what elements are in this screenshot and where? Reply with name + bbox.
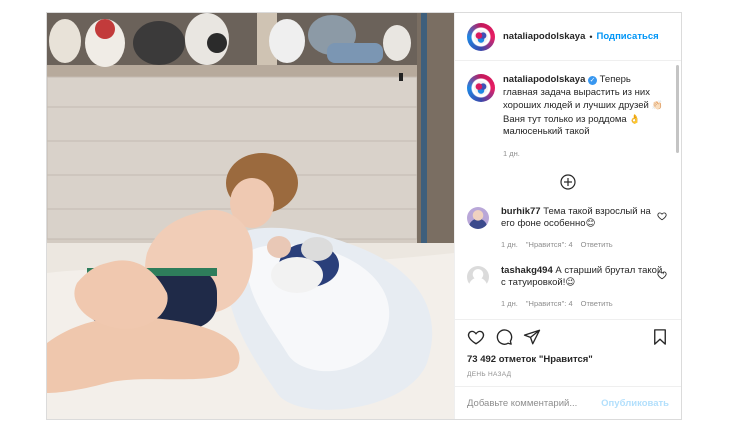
heart-icon[interactable] — [657, 270, 667, 280]
author-avatar[interactable] — [467, 22, 495, 51]
comment-text: tashakg494 А старший брутал такой, с тат… — [501, 265, 666, 290]
action-icons — [467, 320, 669, 354]
comment-likes[interactable]: "Нравится": 4 — [526, 240, 573, 249]
clapping-emoji: 👏🏻 — [651, 100, 663, 110]
commenter-avatar[interactable] — [467, 206, 489, 229]
comment-icon[interactable] — [495, 328, 513, 346]
comment-item: burhik77 Тема такой взрослый на его фоне… — [467, 206, 669, 249]
load-more — [467, 173, 669, 190]
author-username[interactable]: nataliapodolskaya — [503, 31, 585, 42]
comment-meta: 1 дн. "Нравится": 4 Ответить — [501, 240, 666, 249]
separator-dot: • — [589, 31, 593, 42]
smile-emoji: 😊 — [585, 218, 596, 229]
follow-button[interactable]: Подписаться — [597, 31, 659, 42]
heart-icon[interactable] — [657, 211, 667, 221]
bookmark-icon[interactable] — [651, 328, 669, 346]
photo-illustration — [47, 13, 454, 419]
post-sidebar: nataliapodolskaya • Подписаться nataliap… — [454, 13, 681, 419]
commenter-avatar[interactable] — [467, 265, 489, 288]
plus-circle-icon[interactable] — [560, 173, 576, 190]
caption-avatar[interactable] — [467, 74, 495, 102]
posted-ago: ДЕНЬ НАЗАД — [467, 371, 512, 378]
comment-username[interactable]: burhik77 — [501, 206, 541, 217]
reply-button[interactable]: Ответить — [581, 299, 613, 308]
caption-time: 1 дн. — [503, 148, 520, 158]
post-caption: nataliapodolskaya ✓ Теперь главная задач… — [467, 74, 669, 139]
comment-item: tashakg494 А старший брутал такой, с тат… — [467, 265, 669, 308]
verified-badge-icon: ✓ — [588, 76, 598, 85]
caption-text: nataliapodolskaya ✓ Теперь главная задач… — [503, 74, 668, 139]
likes-count[interactable]: 73 492 отметок "Нравится" — [467, 354, 669, 365]
ok-hand-emoji: 👌 — [629, 113, 641, 124]
comment-meta: 1 дн. "Нравится": 4 Ответить — [501, 299, 666, 308]
comment-time: 1 дн. — [501, 239, 518, 249]
comment-input[interactable] — [467, 397, 602, 409]
caption-username[interactable]: nataliapodolskaya — [503, 74, 585, 85]
comment-username[interactable]: tashakg494 — [501, 265, 553, 276]
caption-text-3: малюсенький такой — [503, 126, 590, 137]
post-photo[interactable] — [47, 13, 454, 419]
comment-time: 1 дн. — [501, 298, 518, 308]
post-header: nataliapodolskaya • Подписаться — [455, 13, 681, 61]
instagram-post: nataliapodolskaya • Подписаться nataliap… — [46, 12, 682, 420]
share-icon[interactable] — [523, 328, 541, 346]
publish-button[interactable]: Опубликовать — [601, 398, 669, 409]
comment-likes[interactable]: "Нравится": 4 — [526, 299, 573, 308]
heart-icon[interactable] — [467, 328, 485, 346]
comment-text: burhik77 Тема такой взрослый на его фоне… — [501, 206, 666, 231]
wink-emoji: 😉 — [565, 277, 576, 288]
caption-text-2: Ваня тут только из роддома — [503, 113, 630, 125]
post-actions: 73 492 отметок "Нравится" ДЕНЬ НАЗАД — [455, 319, 681, 387]
reply-button[interactable]: Ответить — [581, 240, 613, 249]
scrollbar-thumb[interactable] — [676, 65, 679, 153]
comments-scroll-area[interactable]: nataliapodolskaya ✓ Теперь главная задач… — [455, 62, 681, 318]
add-comment-bar: Опубликовать — [455, 386, 681, 419]
